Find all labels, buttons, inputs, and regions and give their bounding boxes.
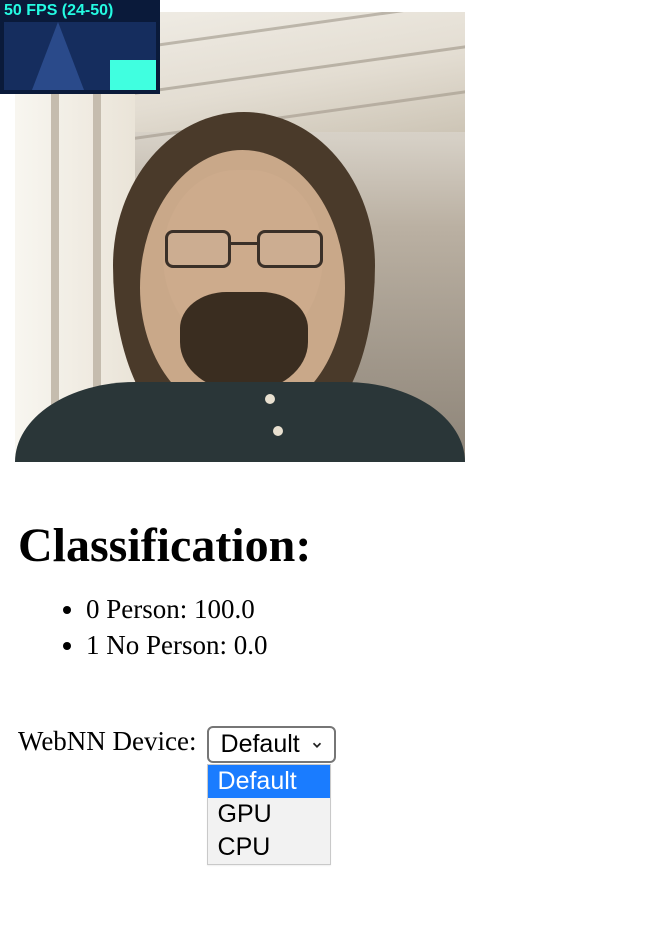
device-dropdown-list: Default GPU CPU xyxy=(207,764,331,865)
device-select[interactable]: Default xyxy=(207,726,336,763)
fps-counter-text: 50 FPS (24-50) xyxy=(0,0,160,22)
device-option-default[interactable]: Default xyxy=(208,765,330,798)
device-option-cpu[interactable]: CPU xyxy=(208,831,330,864)
classification-heading: Classification: xyxy=(18,518,646,573)
fps-overlay: 50 FPS (24-50) xyxy=(0,0,160,94)
glasses-graphic xyxy=(165,230,323,270)
device-selector-row: WebNN Device: Default Default GPU CPU xyxy=(18,726,646,763)
device-option-gpu[interactable]: GPU xyxy=(208,798,330,831)
fps-graph xyxy=(4,22,156,90)
list-item: 0 Person: 100.0 xyxy=(86,591,646,627)
device-selected-value: Default xyxy=(221,730,300,759)
list-item: 1 No Person: 0.0 xyxy=(86,627,646,663)
device-label: WebNN Device: xyxy=(18,726,197,757)
classification-results-list: 0 Person: 100.0 1 No Person: 0.0 xyxy=(58,591,646,664)
chevron-down-icon xyxy=(310,730,324,759)
